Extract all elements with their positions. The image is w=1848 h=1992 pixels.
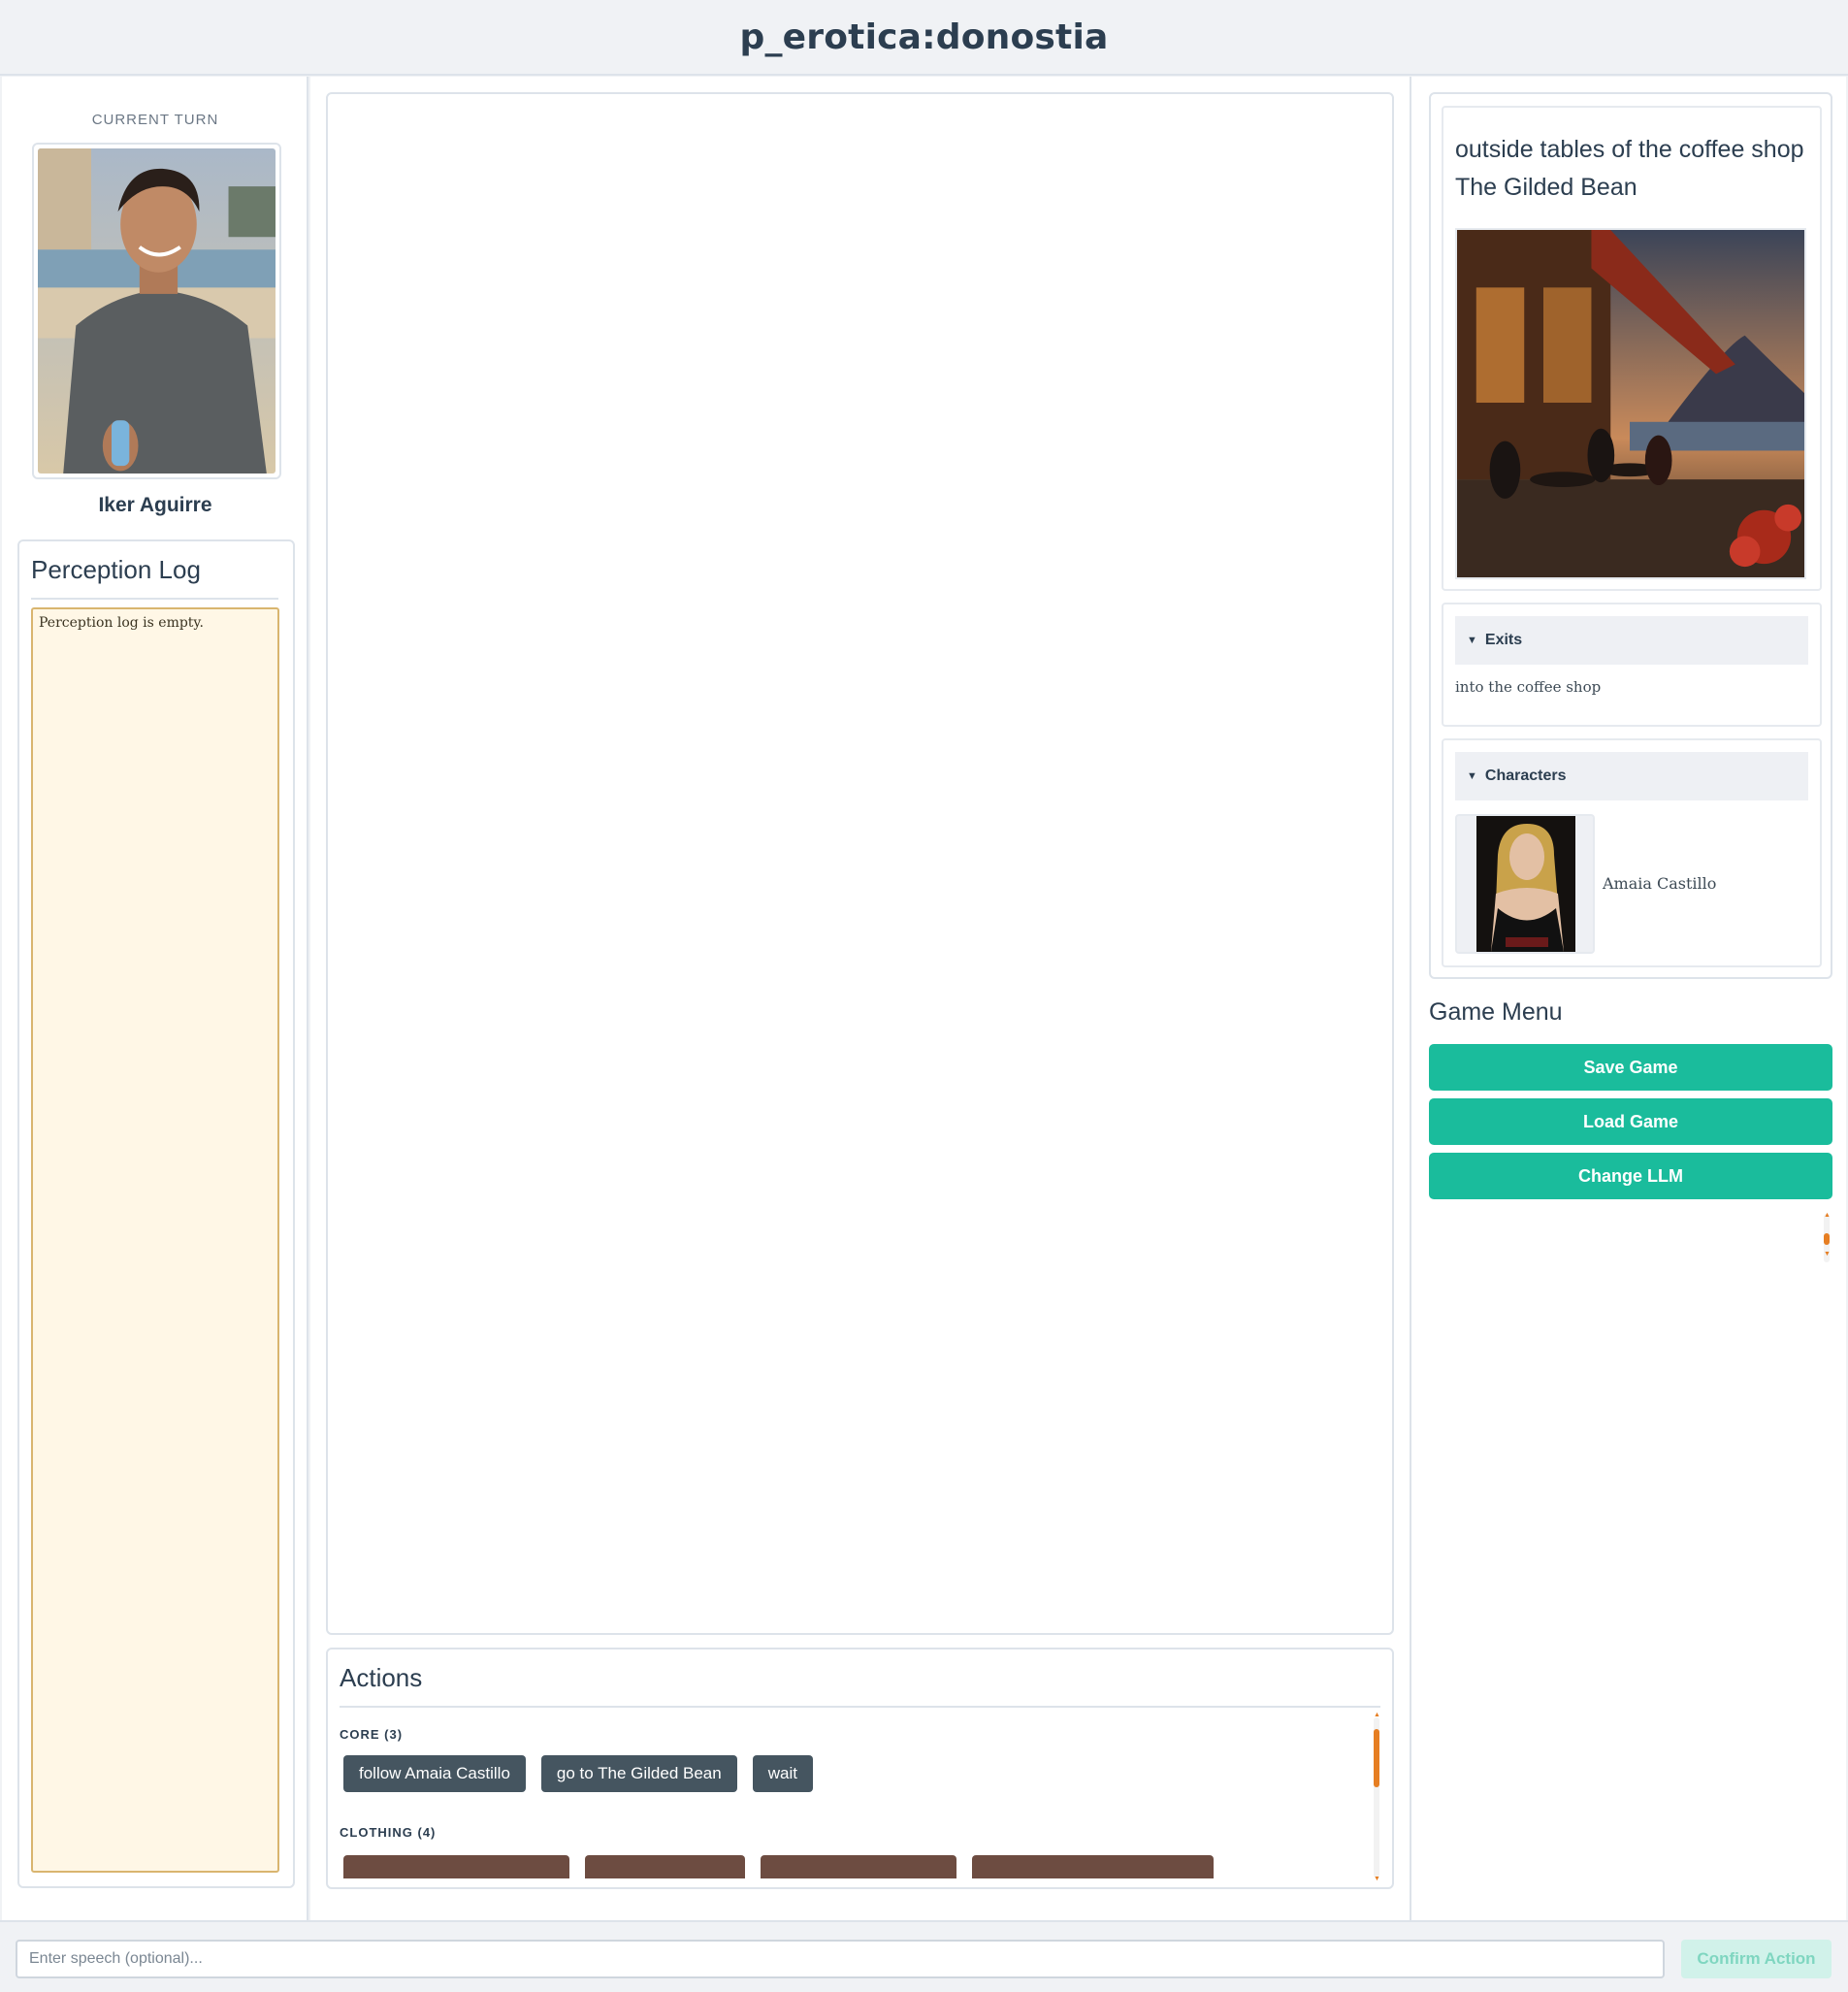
category-label-core: CORE (3) — [340, 1727, 404, 1742]
action-follow-button[interactable]: follow Amaia Castillo — [343, 1755, 526, 1792]
left-panel: CURRENT TURN Iker Aguirre Perception Log… — [2, 77, 308, 1920]
characters-header: Characters — [1484, 767, 1567, 784]
player-portrait-image — [38, 148, 276, 474]
action-clothing-button[interactable] — [972, 1855, 1214, 1878]
core-actions: follow Amaia Castillo go to The Gilded B… — [340, 1755, 1368, 1792]
input-bar: Confirm Action — [0, 1920, 1848, 1992]
right-scrollbar[interactable]: ▲ ▼ — [1823, 1212, 1831, 1262]
category-label-clothing: CLOTHING (4) — [340, 1825, 437, 1840]
exit-link[interactable]: into the coffee shop — [1455, 678, 1601, 696]
actions-panel: Actions CORE (3) follow Amaia Castillo g… — [326, 1648, 1394, 1889]
location-image — [1455, 228, 1806, 579]
perception-empty-text: Perception log is empty. — [39, 615, 204, 631]
center-panel: Actions CORE (3) follow Amaia Castillo g… — [310, 77, 1410, 1920]
perception-title: Perception Log — [31, 555, 201, 584]
divider — [340, 1706, 1380, 1708]
triangle-down-icon: ▼ — [1467, 770, 1477, 782]
confirm-action-button[interactable]: Confirm Action — [1681, 1940, 1832, 1978]
character-portrait — [1476, 816, 1575, 952]
perception-panel: Perception Log Perception log is empty. — [17, 539, 295, 1888]
scrollbar-thumb[interactable] — [1374, 1729, 1379, 1787]
divider — [31, 598, 278, 600]
scroll-down-icon[interactable]: ▼ — [1824, 1251, 1831, 1258]
right-panel: outside tables of the coffee shop The Gi… — [1410, 77, 1846, 1920]
triangle-down-icon: ▼ — [1467, 635, 1477, 646]
save-game-button[interactable]: Save Game — [1429, 1044, 1832, 1091]
scrollbar-thumb[interactable] — [1824, 1233, 1830, 1245]
player-name: Iker Aguirre — [98, 494, 212, 516]
change-llm-button[interactable]: Change LLM — [1429, 1153, 1832, 1199]
app-header: p_erotica:donostia — [0, 0, 1848, 76]
action-clothing-button[interactable] — [343, 1855, 569, 1878]
clothing-actions — [340, 1855, 1368, 1878]
action-wait-button[interactable]: wait — [752, 1755, 813, 1792]
scroll-down-icon[interactable]: ▼ — [1374, 1876, 1380, 1883]
characters-toggle[interactable]: ▼ Characters — [1455, 752, 1808, 800]
player-portrait — [32, 143, 281, 479]
character-card[interactable] — [1455, 814, 1595, 954]
load-game-button[interactable]: Load Game — [1429, 1098, 1832, 1145]
action-clothing-button[interactable] — [585, 1855, 745, 1878]
speech-input[interactable] — [16, 1940, 1665, 1978]
location-header: outside tables of the coffee shop The Gi… — [1442, 106, 1822, 591]
actions-scrollbar[interactable]: ▲ ▼ — [1373, 1712, 1380, 1882]
scroll-up-icon[interactable]: ▲ — [1824, 1212, 1831, 1220]
game-menu-title: Game Menu — [1429, 998, 1563, 1026]
perception-log[interactable]: Perception log is empty. — [31, 607, 279, 1873]
current-turn-label: CURRENT TURN — [91, 112, 219, 128]
action-clothing-button[interactable] — [761, 1855, 956, 1878]
actions-title: Actions — [340, 1663, 423, 1692]
location-panel: outside tables of the coffee shop The Gi… — [1429, 92, 1832, 979]
location-name: outside tables of the coffee shop The Gi… — [1455, 136, 1804, 201]
character-name[interactable]: Amaia Castillo — [1603, 874, 1716, 893]
app-title: p_erotica:donostia — [739, 16, 1109, 57]
characters-section: ▼ Characters Amaia Castillo — [1442, 738, 1822, 967]
action-go-button[interactable]: go to The Gilded Bean — [540, 1755, 737, 1792]
actions-list[interactable]: CORE (3) follow Amaia Castillo go to The… — [340, 1714, 1368, 1878]
exits-toggle[interactable]: ▼ Exits — [1455, 616, 1808, 665]
exits-section: ▼ Exits into the coffee shop — [1442, 603, 1822, 727]
exits-header: Exits — [1484, 632, 1523, 648]
scroll-up-icon[interactable]: ▲ — [1374, 1712, 1380, 1719]
narrative-area[interactable] — [326, 92, 1394, 1635]
